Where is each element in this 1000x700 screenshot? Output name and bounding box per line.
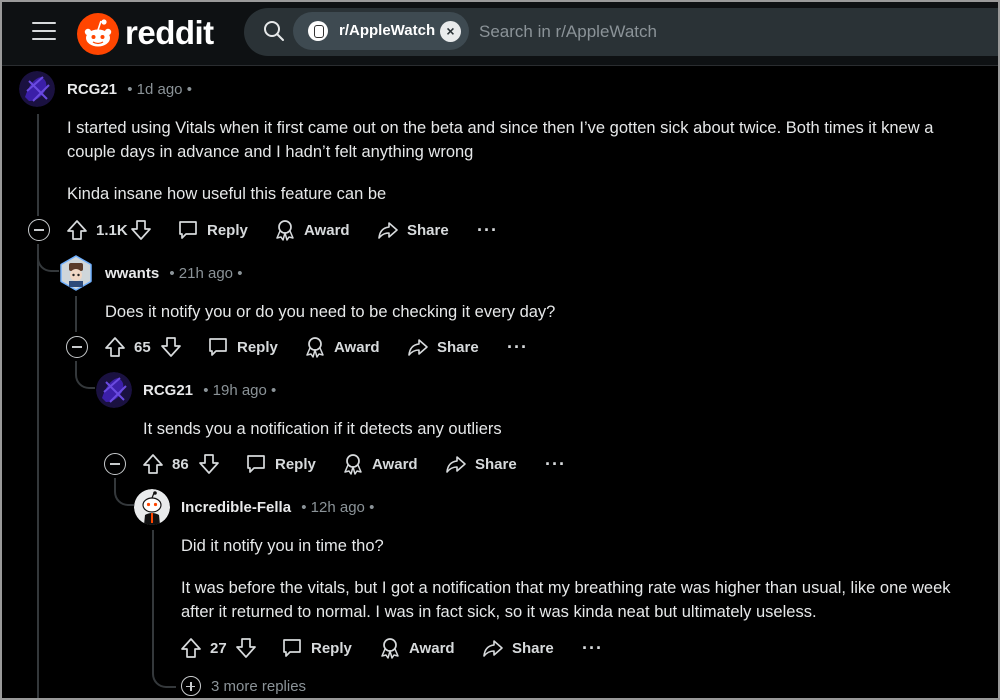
share-arrow-icon [378, 222, 398, 239]
more-replies-button[interactable]: 3 more replies [181, 676, 306, 696]
comment-body: I started using Vitals when it first cam… [67, 116, 972, 224]
arrow-down-icon [131, 220, 151, 240]
downvote-button[interactable] [160, 331, 182, 363]
arrow-up-icon [67, 220, 87, 240]
award-button[interactable]: Award [274, 214, 350, 246]
arrow-down-icon [199, 454, 219, 474]
score: 86 [172, 455, 189, 473]
comment-paragraph: Does it notify you or do you need to be … [105, 303, 556, 321]
thread-line[interactable] [37, 114, 39, 216]
downvote-button[interactable] [235, 632, 257, 664]
reply-button[interactable]: Reply [207, 331, 278, 363]
award-button[interactable]: Award [379, 632, 455, 664]
ellipsis-icon[interactable]: ··· [507, 331, 528, 363]
hamburger-icon[interactable] [32, 22, 56, 42]
award-button[interactable]: Award [304, 331, 380, 363]
timestamp: 12h ago [310, 499, 365, 516]
comment-actions: 1.1K Reply Award Share ··· [28, 214, 528, 246]
award-ribbon-icon [276, 220, 294, 241]
username[interactable]: RCG21 [143, 382, 193, 399]
share-arrow-icon [446, 456, 466, 473]
award-ribbon-icon [344, 454, 362, 475]
speech-bubble-icon [179, 221, 197, 239]
share-button[interactable]: Share [482, 632, 554, 664]
share-arrow-icon [483, 640, 503, 657]
timestamp: 21h ago [178, 265, 234, 282]
share-arrow-icon [408, 339, 428, 356]
thread-line[interactable] [152, 530, 154, 634]
reply-button[interactable]: Reply [281, 632, 352, 664]
score: 27 [210, 639, 227, 657]
comment-meta: wwants • 21h ago • [105, 265, 243, 282]
plus-circle-icon [181, 676, 201, 696]
avatar[interactable] [134, 489, 170, 525]
avatar[interactable] [58, 255, 94, 291]
arrow-up-icon [105, 337, 125, 357]
share-button[interactable]: Share [377, 214, 449, 246]
thread-connector [114, 478, 134, 506]
award-button[interactable]: Award [342, 448, 418, 480]
thread-line[interactable] [37, 244, 39, 700]
username[interactable]: RCG21 [67, 81, 117, 98]
ellipsis-icon[interactable]: ··· [545, 448, 566, 480]
score: 1.1K [96, 221, 128, 239]
comment-paragraph: Kinda insane how useful this feature can… [67, 185, 387, 203]
comment-actions: 86 Reply Award Share ··· [104, 448, 604, 480]
ellipsis-icon[interactable]: ··· [477, 214, 498, 246]
score: 65 [134, 338, 151, 356]
upvote-button[interactable]: 1.1K [66, 214, 128, 246]
arrow-down-icon [236, 638, 256, 658]
reddit-wordmark[interactable]: reddit [125, 14, 214, 52]
share-button[interactable]: Share [445, 448, 517, 480]
arrow-up-icon [181, 638, 201, 658]
search-icon[interactable] [263, 20, 285, 42]
arrow-up-icon [143, 454, 163, 474]
speech-bubble-icon [283, 639, 301, 657]
comment-actions: 65 Reply Award Share ··· [66, 331, 566, 363]
comment-meta: RCG21 • 1d ago • [67, 81, 192, 98]
comment-paragraph: Did it notify you in time tho? [181, 537, 384, 555]
thread-line[interactable] [75, 296, 77, 332]
upvote-button[interactable]: 65 [104, 331, 151, 363]
comment-paragraph: It sends you a notification if it detect… [143, 420, 502, 438]
close-icon[interactable]: × [440, 21, 461, 42]
apple-watch-icon [308, 21, 328, 41]
collapse-icon[interactable] [28, 219, 50, 241]
comment-actions: 27 Reply Award Share ··· [142, 632, 642, 664]
reply-button[interactable]: Reply [177, 214, 248, 246]
award-ribbon-icon [306, 337, 324, 358]
search-input[interactable]: Search in r/AppleWatch [479, 22, 657, 42]
speech-bubble-icon [247, 455, 265, 473]
downvote-button[interactable] [130, 214, 152, 246]
subreddit-chip-label: r/AppleWatch [339, 22, 436, 39]
collapse-icon[interactable] [66, 336, 88, 358]
speech-bubble-icon [209, 338, 227, 356]
upvote-button[interactable]: 27 [180, 632, 227, 664]
timestamp: 1d ago [136, 81, 183, 98]
thread-connector [152, 660, 176, 688]
share-button[interactable]: Share [407, 331, 479, 363]
comment-paragraph: It was before the vitals, but I got a no… [181, 579, 951, 621]
ellipsis-icon[interactable]: ··· [582, 632, 603, 664]
timestamp: 19h ago [212, 382, 267, 399]
comment-paragraph: I started using Vitals when it first cam… [67, 119, 934, 161]
avatar[interactable] [19, 71, 55, 107]
collapse-icon[interactable] [104, 453, 126, 475]
thread-connector [37, 244, 59, 272]
reply-button[interactable]: Reply [245, 448, 316, 480]
downvote-button[interactable] [198, 448, 220, 480]
upvote-button[interactable]: 86 [142, 448, 189, 480]
thread-connector [75, 361, 95, 389]
avatar[interactable] [96, 372, 132, 408]
username[interactable]: Incredible-Fella [181, 499, 291, 516]
comment-meta: RCG21 • 19h ago • [143, 382, 277, 399]
username[interactable]: wwants [105, 265, 159, 282]
comment-meta: Incredible-Fella • 12h ago • [181, 499, 375, 516]
comment-body: Did it notify you in time tho? It was be… [181, 534, 986, 642]
more-replies-label: 3 more replies [211, 677, 307, 695]
award-ribbon-icon [381, 638, 399, 659]
reddit-logo-icon[interactable] [77, 13, 119, 55]
arrow-down-icon [161, 337, 181, 357]
